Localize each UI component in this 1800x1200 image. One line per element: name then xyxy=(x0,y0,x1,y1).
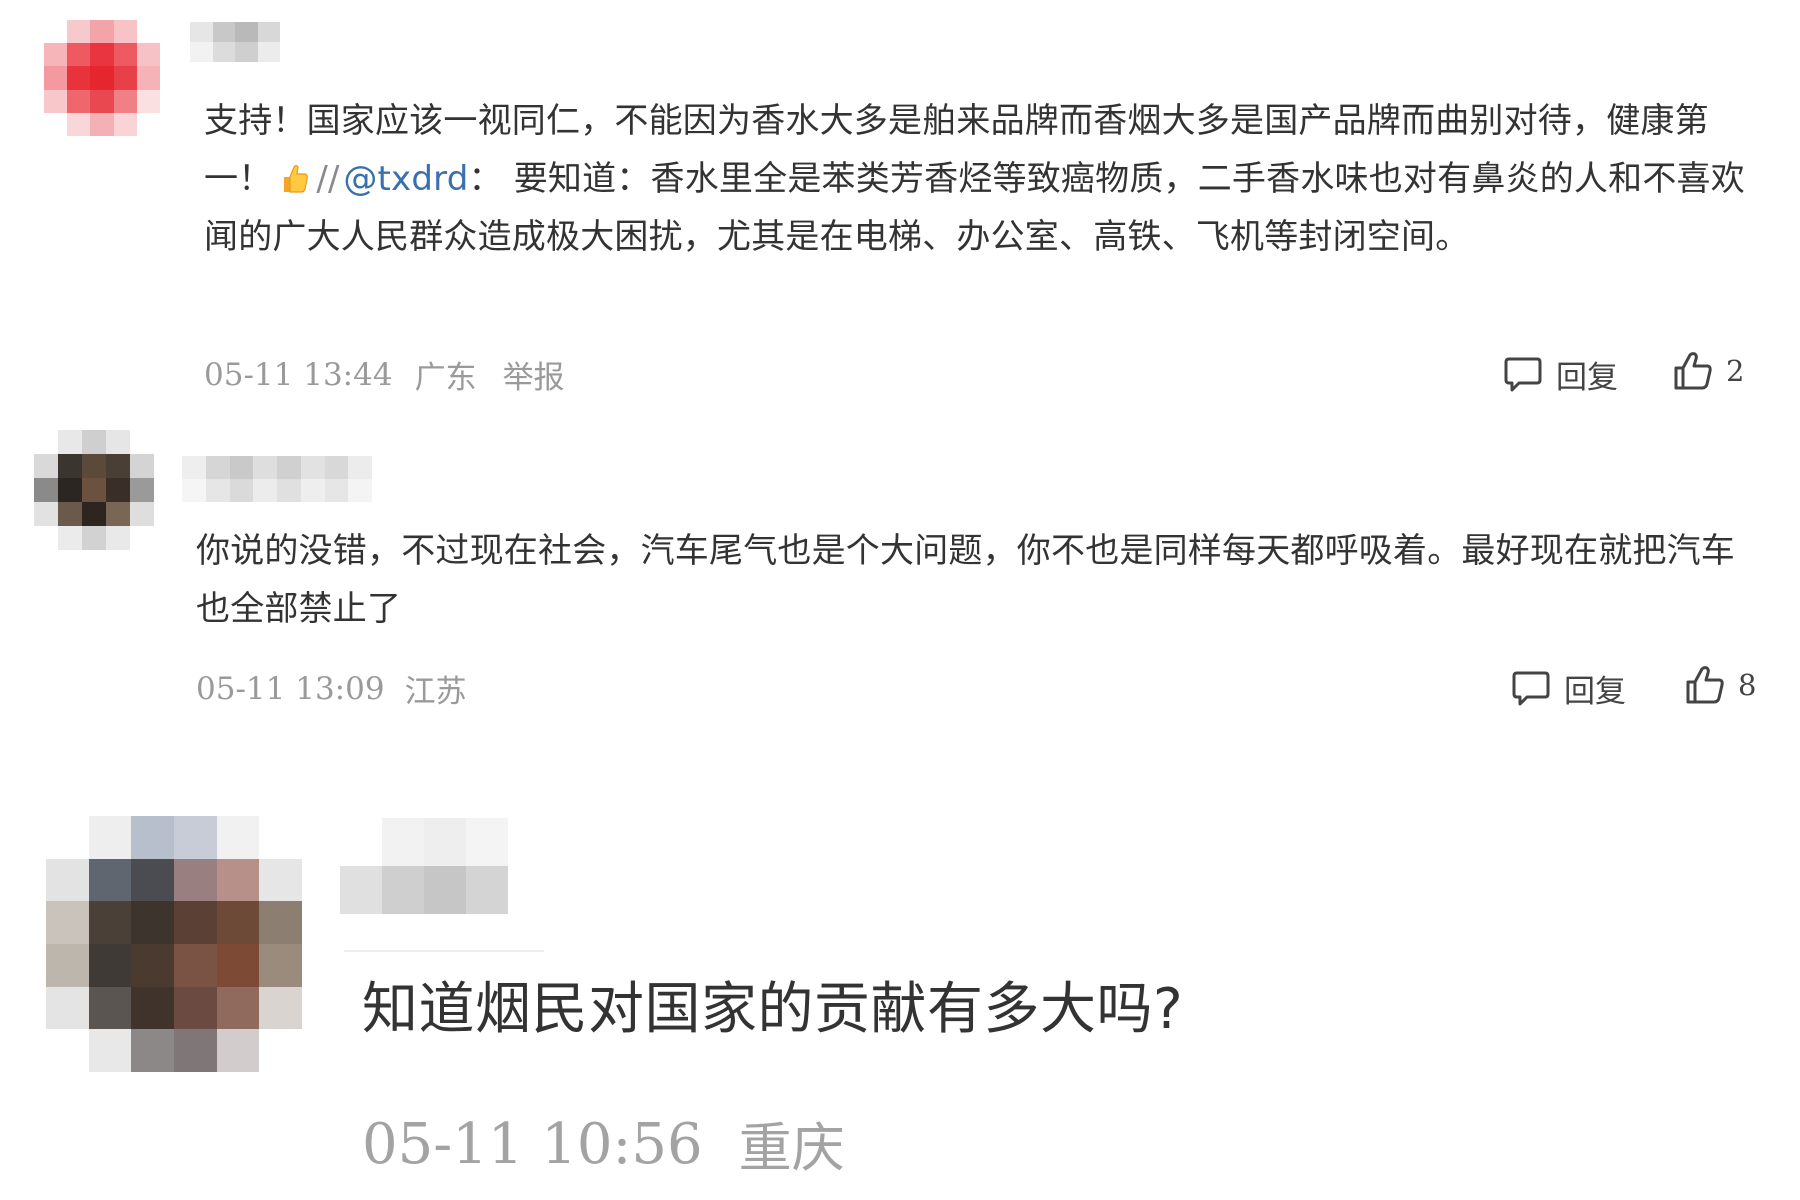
reply-label: 回复 xyxy=(1556,360,1618,396)
reply-label: 回复 xyxy=(1564,674,1626,710)
thumbs-up-icon xyxy=(1686,666,1724,704)
like-count: 8 xyxy=(1738,668,1757,702)
username-pixelated[interactable] xyxy=(182,456,372,502)
report-link[interactable]: 举报 xyxy=(503,352,565,397)
comment-meta: 05-11 10:56 重庆 xyxy=(362,1106,845,1182)
timestamp: 05-11 13:09 xyxy=(196,670,385,707)
location: 广东 xyxy=(414,360,477,396)
user-mention-link[interactable]: @txdrd xyxy=(343,159,468,199)
quote-divider xyxy=(344,950,544,952)
username-pixelated[interactable] xyxy=(190,22,280,62)
reply-button[interactable]: 回复 xyxy=(1510,666,1626,711)
comment-meta: 05-11 13:09 江苏 xyxy=(196,666,467,711)
comment-bubble-icon xyxy=(1504,357,1542,391)
like-count: 2 xyxy=(1726,354,1745,388)
thumbs-up-icon xyxy=(1674,352,1712,390)
comment-body: 支持！国家应该一视同仁，不能因为香水大多是舶来品牌而香烟大多是国产品牌而曲别对待… xyxy=(204,92,1754,266)
location: 江苏 xyxy=(404,674,467,710)
comment-text: 知道烟民对国家的贡献有多大吗? xyxy=(362,977,1184,1042)
reply-button[interactable]: 回复 xyxy=(1502,352,1618,397)
like-button[interactable]: 2 xyxy=(1672,350,1744,392)
avatar[interactable] xyxy=(34,430,154,550)
comment-text: 你说的没错，不过现在社会，汽车尾气也是个大问题，你不也是同样每天都呼吸着。最好现… xyxy=(196,531,1735,629)
avatar[interactable] xyxy=(46,816,302,1072)
repost-separator: // xyxy=(316,159,340,199)
avatar[interactable] xyxy=(44,20,160,136)
username-pixelated[interactable] xyxy=(340,818,550,914)
location: 重庆 xyxy=(738,1118,845,1179)
like-button[interactable]: 8 xyxy=(1684,664,1756,706)
timestamp: 05-11 10:56 xyxy=(362,1111,703,1177)
comment-bubble-icon xyxy=(1512,671,1550,705)
comment-meta: 05-11 13:44 广东 举报 xyxy=(204,352,565,397)
thumbs-up-emoji-icon xyxy=(284,164,309,193)
timestamp: 05-11 13:44 xyxy=(204,356,393,393)
